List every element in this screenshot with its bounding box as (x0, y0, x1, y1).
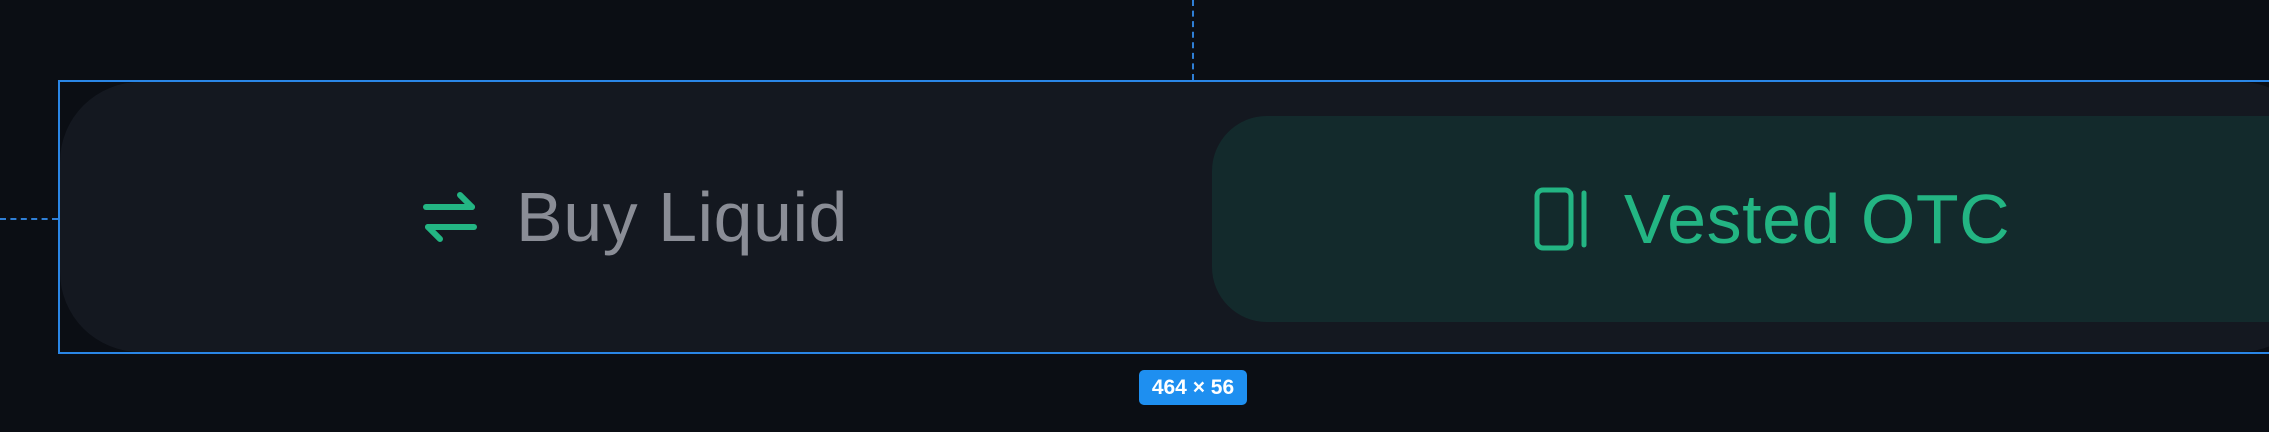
inspector-size-badge: 464 × 56 (1139, 370, 1247, 405)
inspector-vertical-guide (1192, 0, 1194, 80)
canvas: Buy Liquid Vested OTC 464 × 56 (0, 0, 2269, 432)
inspector-horizontal-guide (0, 218, 58, 220)
inspector-selection-box (58, 80, 2269, 354)
